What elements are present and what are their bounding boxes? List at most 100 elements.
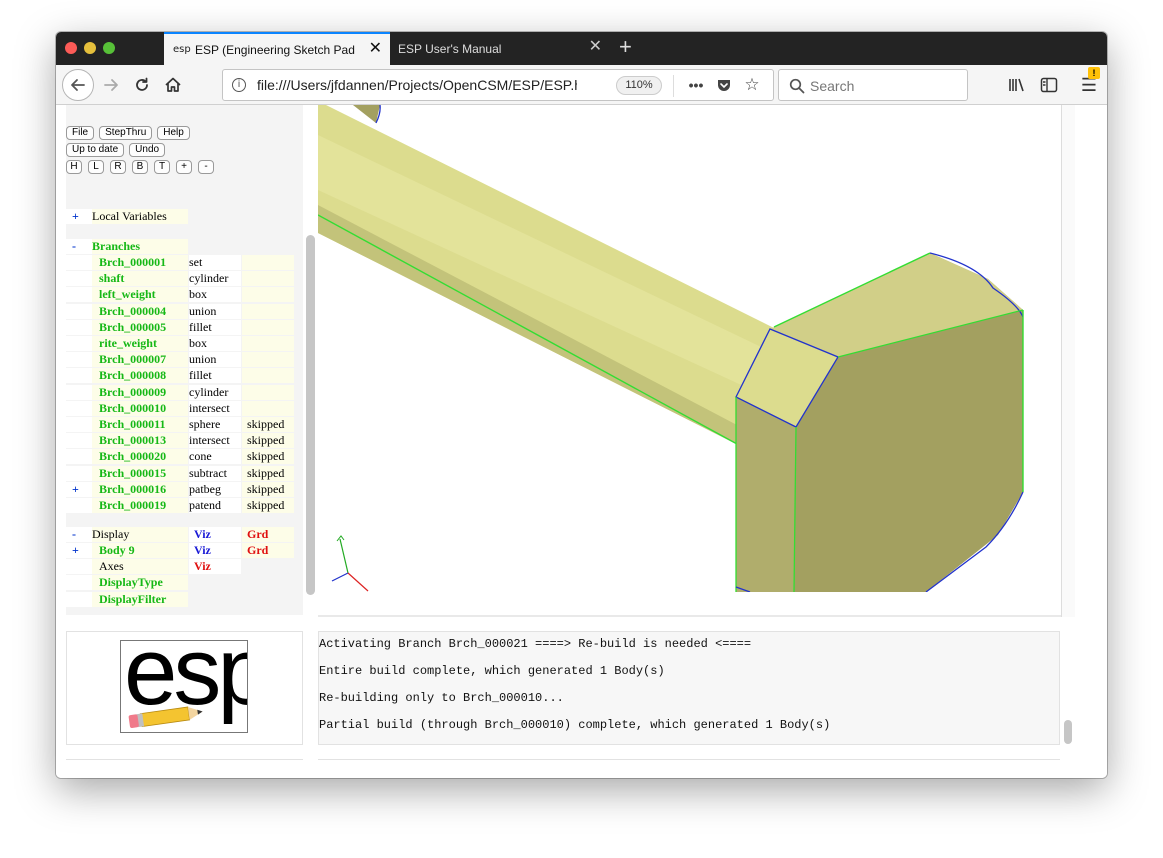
tree-row-branch[interactable]: shaft cylinder xyxy=(66,271,294,287)
branch-name[interactable]: Brch_000008 xyxy=(92,368,188,384)
tree-row-display-filter[interactable]: DisplayFilter xyxy=(66,592,188,607)
zoom-out-button[interactable]: - xyxy=(198,160,214,174)
help-button[interactable]: Help xyxy=(157,126,190,140)
branch-name[interactable]: Brch_000001 xyxy=(92,255,188,270)
tree-label[interactable]: Display xyxy=(92,527,188,542)
tree-label[interactable]: DisplayFilter xyxy=(92,592,188,607)
view-top-button[interactable]: T xyxy=(154,160,170,174)
tree-label[interactable]: DisplayType xyxy=(92,575,188,590)
branch-name[interactable]: shaft xyxy=(92,271,188,287)
message-scrollbar[interactable] xyxy=(1064,720,1072,744)
viz-toggle[interactable]: Viz xyxy=(189,543,241,558)
message-panel[interactable]: Activating Branch Brch_000021 ====> Re-b… xyxy=(318,631,1060,745)
tree-row-branch[interactable]: Brch_000008 fillet xyxy=(66,368,294,384)
tab-user-manual[interactable]: ESP User's Manual ✕ xyxy=(390,32,610,65)
back-arrow-icon[interactable] xyxy=(62,69,94,101)
tree-row-branch[interactable]: Brch_000001 set xyxy=(66,255,294,270)
info-icon[interactable]: i xyxy=(232,78,246,92)
tree-row-branch[interactable]: Brch_000019 patend skipped xyxy=(66,498,294,513)
zoom-window-button[interactable] xyxy=(103,42,115,54)
tree-row-axes[interactable]: Axes Viz xyxy=(66,559,241,574)
branch-name[interactable]: Brch_000005 xyxy=(92,319,188,335)
expand-toggle[interactable]: + xyxy=(66,481,92,497)
tree-label[interactable]: Axes xyxy=(92,559,188,574)
zoom-level-badge[interactable]: 110% xyxy=(616,76,662,95)
close-tab-icon[interactable]: ✕ xyxy=(589,39,602,55)
branch-name[interactable]: left_weight xyxy=(92,287,188,303)
url-bar[interactable]: i file:///Users/jfdannen/Projects/OpenCS… xyxy=(222,69,774,101)
grd-toggle[interactable]: Grd xyxy=(242,527,294,542)
new-tab-button[interactable]: + xyxy=(619,36,632,58)
branch-type: subtract xyxy=(189,465,241,481)
reload-icon[interactable] xyxy=(128,72,156,98)
tree-label[interactable]: Branches xyxy=(92,239,188,254)
branch-name[interactable]: Brch_000019 xyxy=(92,498,188,513)
file-button[interactable]: File xyxy=(66,126,95,140)
page-actions-icon[interactable]: ••• xyxy=(685,74,707,96)
pocket-icon[interactable] xyxy=(713,74,735,96)
bookmark-star-icon[interactable]: ☆ xyxy=(741,74,763,96)
close-window-button[interactable] xyxy=(65,42,77,54)
search-input[interactable]: Search xyxy=(778,69,968,101)
tree-row-branch[interactable]: Brch_000009 cylinder xyxy=(66,384,294,400)
forward-arrow-icon[interactable] xyxy=(97,72,125,98)
branch-name[interactable]: Brch_000020 xyxy=(92,449,188,465)
tree-row-branch[interactable]: Brch_000010 intersect xyxy=(66,400,294,416)
tree-row-branch[interactable]: Brch_000007 union xyxy=(66,352,294,368)
branch-name[interactable]: Brch_000011 xyxy=(92,417,188,432)
tree-row-display-type[interactable]: DisplayType xyxy=(66,575,188,590)
tab-title: ESP User's Manual xyxy=(398,41,502,56)
zoom-in-button[interactable]: + xyxy=(176,160,192,174)
graphics-canvas[interactable] xyxy=(318,105,1062,592)
view-right-button[interactable]: R xyxy=(110,160,126,174)
sidebar-icon[interactable] xyxy=(1036,72,1062,98)
view-bottom-button[interactable]: B xyxy=(132,160,148,174)
tree-row-branch[interactable]: Brch_000005 fillet xyxy=(66,319,294,335)
tree-label[interactable]: Local Variables xyxy=(92,209,188,224)
branch-name[interactable]: Brch_000010 xyxy=(92,400,188,416)
tree-row-local-variables[interactable]: + Local Variables xyxy=(66,209,188,224)
tree-row-branch[interactable]: Brch_000011 sphere skipped xyxy=(66,417,294,432)
grd-toggle[interactable]: Grd xyxy=(242,543,294,558)
branch-name[interactable]: Brch_000016 xyxy=(92,481,188,497)
tree-row-branch[interactable]: Brch_000015 subtract skipped xyxy=(66,465,294,481)
tree-row-body[interactable]: + Body 9 Viz Grd xyxy=(66,543,294,558)
branch-name[interactable]: Brch_000009 xyxy=(92,384,188,400)
view-left-button[interactable]: L xyxy=(88,160,104,174)
viz-toggle[interactable]: Viz xyxy=(189,527,241,542)
expand-toggle[interactable]: + xyxy=(66,209,92,224)
tree-row-branch[interactable]: Brch_000020 cone skipped xyxy=(66,449,294,465)
branch-type: cone xyxy=(189,449,241,465)
branch-name[interactable]: Brch_000007 xyxy=(92,352,188,368)
undo-button[interactable]: Undo xyxy=(129,143,166,157)
branch-name[interactable]: Brch_000015 xyxy=(92,465,188,481)
branch-name[interactable]: Brch_000013 xyxy=(92,433,188,449)
collapse-toggle[interactable]: - xyxy=(66,527,92,542)
tree-scrollbar[interactable] xyxy=(306,235,315,595)
tree-row-branch[interactable]: left_weight box xyxy=(66,287,294,303)
branch-status: skipped xyxy=(242,481,294,497)
tree-row-branches[interactable]: - Branches xyxy=(66,239,188,254)
tree-label[interactable]: Body 9 xyxy=(92,543,188,558)
warning-icon[interactable]: ! xyxy=(1088,67,1100,79)
view-home-button[interactable]: H xyxy=(66,160,82,174)
branch-name[interactable]: Brch_000004 xyxy=(92,303,188,319)
library-icon[interactable] xyxy=(1004,72,1030,98)
viz-toggle[interactable]: Viz xyxy=(189,559,241,574)
tree-row-branch[interactable]: + Brch_000016 patbeg skipped xyxy=(66,481,294,497)
close-tab-icon[interactable]: ✕ xyxy=(369,41,382,57)
expand-toggle[interactable]: + xyxy=(66,543,92,558)
tree-row-display[interactable]: - Display Viz Grd xyxy=(66,527,294,542)
branch-name[interactable]: rite_weight xyxy=(92,336,188,351)
build-button-row: Up to date Undo xyxy=(66,143,166,157)
home-icon[interactable] xyxy=(159,72,187,98)
up-to-date-button[interactable]: Up to date xyxy=(66,143,125,157)
tree-row-branch[interactable]: rite_weight box xyxy=(66,336,294,351)
minimize-window-button[interactable] xyxy=(84,42,96,54)
tree-row-branch[interactable]: Brch_000004 union xyxy=(66,303,294,319)
tab-esp[interactable]: esp ESP (Engineering Sketch Pad, V ✕ xyxy=(164,32,390,65)
stepthru-button[interactable]: StepThru xyxy=(99,126,153,140)
url-text[interactable]: file:///Users/jfdannen/Projects/OpenCSM/… xyxy=(257,77,577,93)
tree-row-branch[interactable]: Brch_000013 intersect skipped xyxy=(66,433,294,449)
collapse-toggle[interactable]: - xyxy=(66,239,92,254)
